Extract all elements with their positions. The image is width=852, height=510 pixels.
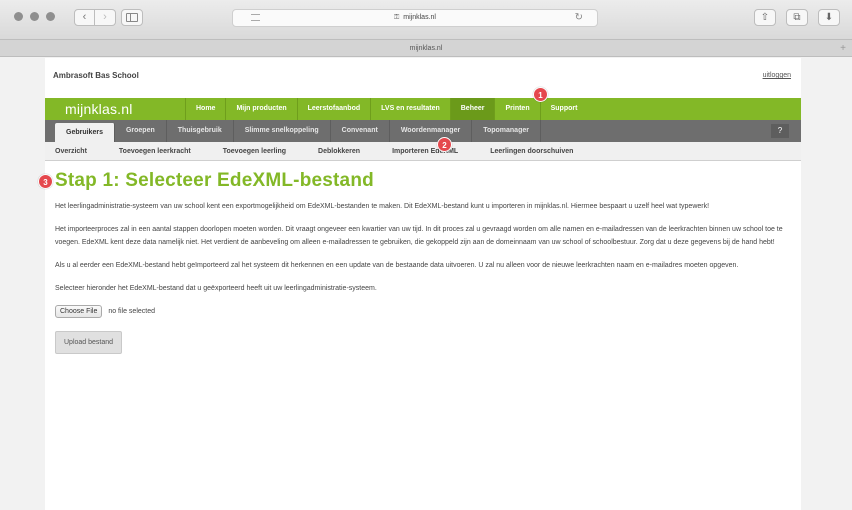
tab-title[interactable]: mijnklas.nl (410, 45, 443, 52)
file-status: no file selected (108, 308, 156, 315)
tab-gebruikers[interactable]: Gebruikers (55, 123, 115, 142)
site-logo[interactable]: mijnklas.nl (45, 101, 185, 117)
step-badge-1: 1 (533, 87, 548, 102)
tab-thuisgebruik[interactable]: Thuisgebruik (167, 120, 234, 142)
school-name: Ambrasoft Bas School (53, 71, 139, 80)
back-icon[interactable]: ‹ (74, 9, 95, 26)
window-controls (14, 12, 55, 21)
choose-file-button[interactable]: Choose File (55, 305, 103, 318)
process-paragraph: Het importeerproces zal in een aantal st… (55, 226, 783, 246)
update-paragraph: Als u al eerder een EdeXML-bestand hebt … (55, 262, 739, 269)
download-icon[interactable]: ⬇ (818, 9, 840, 26)
main-nav-beheer[interactable]: Beheer (449, 98, 495, 120)
sidebar-icon[interactable] (121, 9, 143, 26)
select-paragraph: Selecteer hieronder het EdeXML-bestand d… (55, 285, 377, 292)
tab-slimme-snelkoppeling[interactable]: Slimme snelkoppeling (234, 120, 331, 142)
tab-convenant[interactable]: Convenant (331, 120, 390, 142)
address-url: mijnklas.nl (403, 14, 436, 21)
link-toevoegen-leerkracht[interactable]: Toevoegen leerkracht (119, 148, 191, 155)
link-overzicht[interactable]: Overzicht (55, 148, 87, 155)
step-badge-2: 2 (437, 137, 452, 152)
tab-topomanager[interactable]: Topomanager (472, 120, 541, 142)
address-bar[interactable]: ⚿ mijnklas.nl ↻ (232, 9, 598, 27)
link-deblokkeren[interactable]: Deblokkeren (318, 148, 360, 155)
link-toevoegen-leerling[interactable]: Toevoegen leerling (223, 148, 286, 155)
tab-groepen[interactable]: Groepen (115, 120, 167, 142)
logout-link[interactable]: uitloggen (763, 72, 791, 79)
forward-icon[interactable]: › (95, 9, 116, 26)
page-title: Stap 1: Selecteer EdeXML-bestand (55, 170, 374, 191)
minimize-window-icon[interactable] (30, 12, 39, 21)
page: Ambrasoft Bas School uitloggen mijnklas.… (45, 58, 801, 510)
tabs-overview-icon[interactable]: ⧉ (786, 9, 808, 26)
main-nav-mijn-producten[interactable]: Mijn producten (225, 98, 296, 120)
reader-icon[interactable] (251, 14, 260, 21)
new-tab-icon[interactable]: + (840, 40, 846, 57)
tab-woordenmanager[interactable]: Woordenmanager (390, 120, 473, 142)
main-nav: mijnklas.nl Home Mijn producten Leerstof… (45, 98, 801, 120)
help-button[interactable]: ? (771, 124, 789, 138)
main-nav-home[interactable]: Home (185, 98, 225, 120)
close-window-icon[interactable] (14, 12, 23, 21)
browser-tools: ⇧ ⧉ ⬇ (754, 9, 840, 26)
intro-paragraph: Het leerlingadministratie-systeem van uw… (55, 203, 710, 210)
upload-button[interactable]: Upload bestand (55, 331, 123, 354)
main-nav-support[interactable]: Support (539, 98, 588, 120)
main-nav-printen[interactable]: Printen (494, 98, 539, 120)
step-badge-3: 3 (38, 174, 53, 189)
sub-sub-nav: Overzicht Toevoegen leerkracht Toevoegen… (45, 142, 801, 161)
share-icon[interactable]: ⇧ (754, 9, 776, 26)
sub-nav: Gebruikers Groepen Thuisgebruik Slimme s… (45, 120, 801, 142)
zoom-window-icon[interactable] (46, 12, 55, 21)
history-buttons: ‹ › (74, 9, 116, 26)
main-nav-leerstofaanbod[interactable]: Leerstofaanbod (296, 98, 371, 120)
file-input: Choose File no file selected (55, 305, 795, 318)
main-nav-lvs-en-resultaten[interactable]: LVS en resultaten (370, 98, 450, 120)
lock-icon: ⚿ (394, 14, 400, 21)
link-leerlingen-doorschuiven[interactable]: Leerlingen doorschuiven (490, 148, 573, 155)
browser-toolbar: ‹ › ⚿ mijnklas.nl ↻ ⇧ ⧉ ⬇ (0, 0, 852, 40)
tab-bar: mijnklas.nl + (0, 40, 852, 57)
main-content: Stap 1: Selecteer EdeXML-bestand Het lee… (55, 170, 795, 354)
reload-icon[interactable]: ↻ (575, 10, 583, 26)
